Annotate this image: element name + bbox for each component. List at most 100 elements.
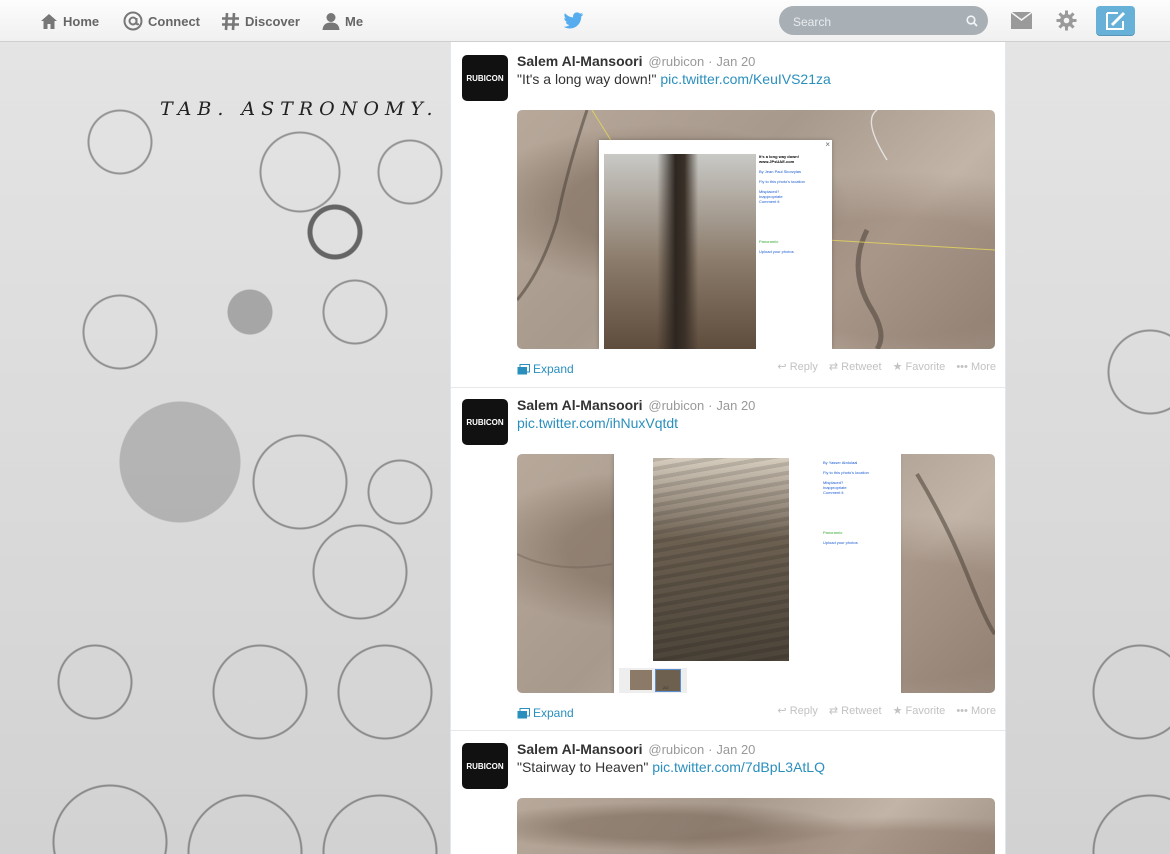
popup-details: By Yasser Abdulaal Fly to this photo's l… [823,460,895,545]
popup-photo[interactable] [604,154,756,349]
search-box[interactable] [779,6,988,35]
retweet-label: Retweet [841,361,882,373]
thumbnail-counter: 2/2 [663,685,669,690]
compose-tweet-button[interactable] [1096,6,1135,36]
fullname[interactable]: Salem Al-Mansoori [517,53,643,69]
panoramio-logo[interactable]: Panoramio [759,239,778,244]
tweet-stream: RUBICON Salem Al-Mansoori @rubicon · Jan… [450,42,1006,854]
more-label: More [970,361,996,373]
close-icon[interactable]: × [825,140,830,149]
tweet-text: "It's a long way down!" pic.twitter.com/… [517,71,831,87]
tweet-actions: ↩ Reply ⇄ Retweet ★ Favorite ••• More [769,704,996,717]
photo-icon [517,707,530,719]
more-label: More [970,705,996,717]
photo-popup: 2/2 By Yasser Abdulaal Fly to this photo… [614,454,899,693]
retweet-action[interactable]: ⇄ Retweet [829,361,882,373]
retweet-action[interactable]: ⇄ Retweet [829,705,882,717]
hash-icon [221,12,240,31]
photo-popup: × It's a long way down! www.JPsUAE.com B… [599,140,832,349]
pic-link[interactable]: pic.twitter.com/ihNuxVqtdt [517,415,678,431]
popup-upload[interactable]: Upload your photos [759,249,794,254]
compose-icon [1105,11,1125,30]
reply-action[interactable]: ↩ Reply [777,361,817,373]
nav-connect[interactable]: Connect [123,0,200,42]
more-action[interactable]: ••• More [956,705,996,717]
expand-link[interactable]: Expand [517,706,574,720]
popup-edge [899,454,901,693]
timestamp[interactable]: Jan 20 [716,54,755,69]
media-image[interactable] [517,798,995,854]
person-icon [322,12,340,30]
popup-author[interactable]: By Yasser Abdulaal [823,460,857,465]
popup-details: It's a long way down! www.JPsUAE.com By … [759,154,829,254]
favorite-action[interactable]: ★ Favorite [893,361,946,373]
photo-icon [517,363,530,375]
popup-upload[interactable]: Upload your photos [823,540,858,545]
background-title: TAB. ASTRONOMY. [160,98,439,120]
popup-author[interactable]: By Jean Paul Skorzylas [759,169,801,174]
nav-home-label: Home [63,13,100,29]
gear-icon[interactable] [1056,10,1077,36]
avatar[interactable]: RUBICON [462,743,508,789]
twitter-bird-icon[interactable] [563,12,584,35]
timestamp[interactable]: Jan 20 [716,742,755,757]
search-input[interactable] [791,12,960,31]
envelope-icon[interactable] [1011,12,1032,35]
tweet[interactable]: RUBICON Salem Al-Mansoori @rubicon · Jan… [451,42,1005,388]
popup-comment[interactable]: Comment it [823,490,843,495]
pic-link[interactable]: pic.twitter.com/7dBpL3AtLQ [652,759,825,775]
home-icon [40,13,58,30]
thumbnail-strip: 2/2 [619,668,687,693]
timestamp[interactable]: Jan 20 [716,398,755,413]
tweet[interactable]: RUBICON Salem Al-Mansoori @rubicon · Jan… [451,730,1005,854]
tweet[interactable]: RUBICON Salem Al-Mansoori @rubicon · Jan… [451,386,1005,731]
tweet-actions: ↩ Reply ⇄ Retweet ★ Favorite ••• More [769,360,996,373]
expand-label: Expand [533,362,574,376]
tweet-text-content: "Stairway to Heaven" [517,759,649,775]
popup-fly-link[interactable]: Fly to this photo's location [823,470,869,475]
top-navigation-bar: Home Connect Discover Me [0,0,1170,42]
favorite-action[interactable]: ★ Favorite [893,705,946,717]
popup-comment[interactable]: Comment it [759,199,779,204]
reply-label: Reply [789,361,818,373]
fullname[interactable]: Salem Al-Mansoori [517,397,643,413]
reply-action[interactable]: ↩ Reply [777,705,817,717]
pic-link[interactable]: pic.twitter.com/KeuIVS21za [660,71,830,87]
tweet-text: "Stairway to Heaven" pic.twitter.com/7dB… [517,759,825,775]
separator-dot: · [708,54,713,69]
tweet-text-content: "It's a long way down!" [517,71,657,87]
more-action[interactable]: ••• More [956,361,996,373]
reply-label: Reply [789,705,818,717]
media-image[interactable]: 2/2 By Yasser Abdulaal Fly to this photo… [517,454,995,693]
expand-link[interactable]: Expand [517,362,574,376]
avatar[interactable]: RUBICON [462,55,508,101]
tweet-header: Salem Al-Mansoori @rubicon · Jan 20 [517,397,755,413]
nav-home[interactable]: Home [40,0,99,42]
favorite-label: Favorite [905,705,946,717]
fullname[interactable]: Salem Al-Mansoori [517,741,643,757]
username[interactable]: @rubicon [648,742,704,757]
favorite-label: Favorite [905,361,946,373]
avatar[interactable]: RUBICON [462,399,508,445]
nav-me[interactable]: Me [322,0,363,42]
popup-fly-link[interactable]: Fly to this photo's location [759,179,805,184]
nav-connect-label: Connect [148,13,200,29]
nav-me-label: Me [345,13,364,29]
popup-site: www.JPsUAE.com [759,159,795,164]
nav-discover[interactable]: Discover [221,0,300,42]
panoramio-logo[interactable]: Panoramio [823,530,842,535]
username[interactable]: @rubicon [648,54,704,69]
tweet-text: pic.twitter.com/ihNuxVqtdt [517,415,678,431]
separator-dot: · [708,742,713,757]
thumbnail-1[interactable] [630,670,652,690]
retweet-label: Retweet [841,705,882,717]
search-icon[interactable] [966,14,978,32]
tweet-header: Salem Al-Mansoori @rubicon · Jan 20 [517,53,755,69]
separator-dot: · [708,398,713,413]
media-image[interactable]: × It's a long way down! www.JPsUAE.com B… [517,110,995,349]
popup-photo[interactable] [653,458,789,661]
expand-label: Expand [533,706,574,720]
tweet-header: Salem Al-Mansoori @rubicon · Jan 20 [517,741,755,757]
username[interactable]: @rubicon [648,398,704,413]
nav-discover-label: Discover [245,13,300,29]
